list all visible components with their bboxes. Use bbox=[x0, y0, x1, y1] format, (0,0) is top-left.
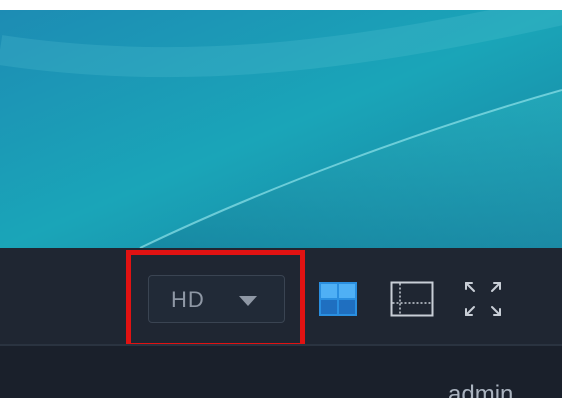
single-view-icon bbox=[390, 281, 434, 317]
video-view[interactable] bbox=[0, 10, 562, 248]
fullscreen-button[interactable] bbox=[463, 280, 503, 318]
layout-single-button[interactable] bbox=[390, 281, 434, 317]
user-name[interactable]: admin bbox=[448, 381, 513, 398]
highlight-box bbox=[126, 250, 305, 348]
video-wallpaper bbox=[0, 10, 562, 248]
expand-icon bbox=[465, 282, 501, 316]
video-player: HD admin bbox=[0, 0, 562, 398]
layout-quad-button[interactable] bbox=[318, 281, 358, 317]
grid-2x2-icon bbox=[319, 282, 357, 316]
